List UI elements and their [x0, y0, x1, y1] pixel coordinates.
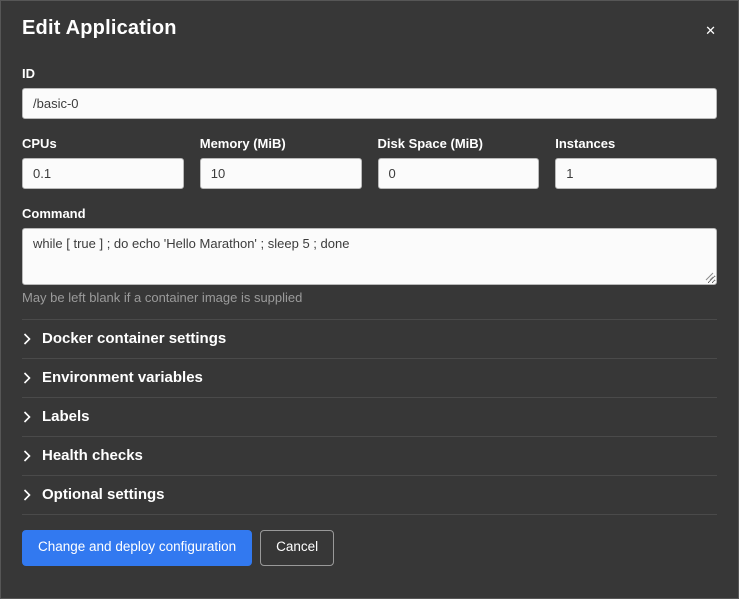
- modal-footer: Change and deploy configuration Cancel: [1, 515, 738, 586]
- close-icon[interactable]: ✕: [703, 20, 718, 41]
- chevron-right-icon: [23, 489, 31, 501]
- modal-title: Edit Application: [22, 17, 177, 40]
- section-environment-variables[interactable]: Environment variables: [22, 359, 717, 398]
- id-label: ID: [22, 66, 717, 81]
- instances-input[interactable]: [555, 158, 717, 189]
- instances-label: Instances: [555, 136, 717, 151]
- memory-label: Memory (MiB): [200, 136, 362, 151]
- section-labels[interactable]: Labels: [22, 398, 717, 437]
- collapsible-sections: Docker container settings Environment va…: [22, 319, 717, 515]
- id-field-group: ID: [22, 66, 717, 119]
- disk-label: Disk Space (MiB): [378, 136, 540, 151]
- section-label: Optional settings: [42, 486, 165, 503]
- chevron-right-icon: [23, 333, 31, 345]
- instances-field-group: Instances: [555, 136, 717, 189]
- modal-header: Edit Application ✕: [1, 1, 738, 53]
- cpus-label: CPUs: [22, 136, 184, 151]
- disk-field-group: Disk Space (MiB): [378, 136, 540, 189]
- resources-row: CPUs Memory (MiB) Disk Space (MiB) Insta…: [22, 136, 717, 189]
- cancel-button[interactable]: Cancel: [260, 530, 334, 566]
- disk-input[interactable]: [378, 158, 540, 189]
- section-docker-container-settings[interactable]: Docker container settings: [22, 320, 717, 359]
- memory-field-group: Memory (MiB): [200, 136, 362, 189]
- command-field-group: Command while [ true ] ; do echo 'Hello …: [22, 206, 717, 305]
- command-label: Command: [22, 206, 717, 221]
- chevron-right-icon: [23, 372, 31, 384]
- change-and-deploy-button[interactable]: Change and deploy configuration: [22, 530, 252, 566]
- id-input[interactable]: [22, 88, 717, 119]
- section-label: Health checks: [42, 447, 143, 464]
- edit-application-modal: { "modal": { "title": "Edit Application"…: [0, 0, 739, 599]
- memory-input[interactable]: [200, 158, 362, 189]
- cpus-field-group: CPUs: [22, 136, 184, 189]
- chevron-right-icon: [23, 450, 31, 462]
- cpus-input[interactable]: [22, 158, 184, 189]
- chevron-right-icon: [23, 411, 31, 423]
- command-input[interactable]: while [ true ] ; do echo 'Hello Marathon…: [22, 228, 717, 285]
- section-label: Docker container settings: [42, 330, 226, 347]
- section-label: Labels: [42, 408, 90, 425]
- section-optional-settings[interactable]: Optional settings: [22, 476, 717, 515]
- command-help-text: May be left blank if a container image i…: [22, 290, 717, 305]
- section-label: Environment variables: [42, 369, 203, 386]
- modal-body: ID CPUs Memory (MiB) Disk Space (MiB) In…: [1, 53, 738, 515]
- section-health-checks[interactable]: Health checks: [22, 437, 717, 476]
